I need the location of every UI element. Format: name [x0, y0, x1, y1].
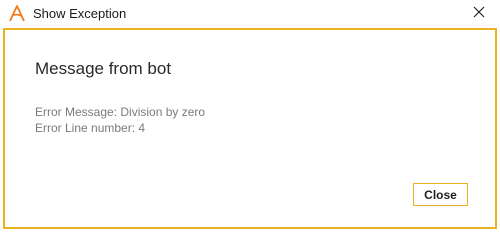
- close-icon[interactable]: [470, 3, 488, 21]
- error-message-text: Error Message: Division by zero: [35, 105, 206, 119]
- dialog-heading: Message from bot: [35, 59, 172, 78]
- exception-window: Show Exception Message from bot Error Me…: [0, 0, 500, 231]
- dialog-content: Message from bot Error Message: Division…: [3, 28, 497, 229]
- error-line-text: Error Line number: 4: [35, 121, 146, 135]
- title-bar: Show Exception: [0, 0, 500, 28]
- close-button[interactable]: Close: [413, 183, 468, 206]
- window-title: Show Exception: [33, 6, 127, 21]
- app-logo-icon: [9, 5, 25, 22]
